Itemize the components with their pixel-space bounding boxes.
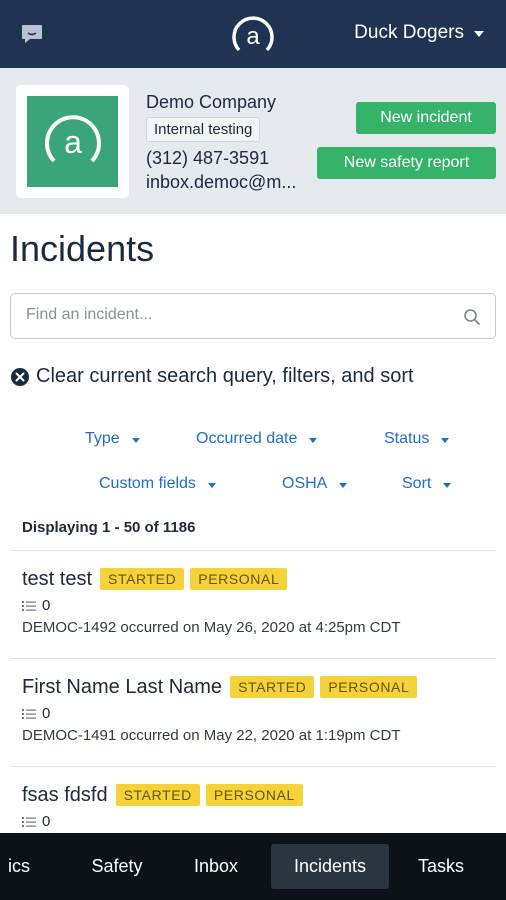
filter-status[interactable]: Status [384, 430, 450, 448]
clear-search-link[interactable]: Clear current search query, filters, and… [11, 365, 414, 388]
sort-dropdown[interactable]: Sort [402, 475, 452, 493]
incident-title[interactable]: test test [22, 568, 92, 591]
status-badge: STARTED [115, 784, 200, 806]
tab-label: Tasks [418, 856, 465, 876]
app-logo-letter: a [246, 23, 260, 50]
chevron-down-icon [474, 31, 484, 37]
clear-search-label: Clear current search query, filters, and… [36, 365, 414, 387]
status-badge: STARTED [230, 676, 315, 698]
company-logo-letter: a [64, 124, 82, 160]
incident-summary: DEMOC-1492 occurred on May 26, 2020 at 4… [22, 619, 401, 636]
company-email[interactable]: inbox.democ@m... [146, 172, 314, 193]
company-name: Demo Company [146, 92, 277, 112]
tab-label: Inbox [193, 856, 239, 876]
divider [10, 550, 496, 551]
top-bar: a Duck Dogers [0, 0, 506, 68]
new-incident-button[interactable]: New incident [356, 102, 496, 134]
company-phone[interactable]: (312) 487-3591 [146, 148, 269, 169]
chevron-down-icon [443, 482, 452, 488]
tab-incidents[interactable]: Incidents [271, 844, 389, 889]
filter-occurred-date[interactable]: Occurred date [196, 430, 318, 448]
user-name: Duck Dogers [354, 22, 464, 43]
chat-bubble-icon[interactable] [21, 24, 43, 44]
incident-item[interactable]: fsas fdsfd STARTED PERSONAL 0 [22, 782, 492, 830]
chevron-down-icon [207, 482, 216, 488]
company-tag: Internal testing [146, 117, 261, 142]
filter-custom-fields[interactable]: Custom fields [99, 475, 216, 493]
chevron-down-icon [131, 437, 140, 443]
tab-label: Safety [91, 856, 143, 876]
chevron-down-icon [441, 437, 450, 443]
incident-title[interactable]: First Name Last Name [22, 676, 222, 699]
tab-tasks[interactable]: Tasks [408, 833, 506, 900]
tab-label: Incidents [293, 856, 367, 876]
incident-item[interactable]: First Name Last Name STARTED PERSONAL 0 … [22, 674, 492, 744]
incident-summary: DEMOC-1491 occurred on May 22, 2020 at 1… [22, 727, 401, 744]
bottom-tab-bar: ics Safety Inbox Incidents Tasks [0, 833, 506, 900]
category-badge: PERSONAL [190, 568, 288, 590]
status-badge: STARTED [100, 568, 185, 590]
checklist-icon [22, 816, 36, 827]
tab-analytics[interactable]: ics [0, 833, 50, 900]
divider [10, 766, 496, 767]
checklist-icon [22, 600, 36, 611]
chevron-down-icon [339, 482, 348, 488]
company-card: a Demo Company Internal testing (312) 48… [0, 68, 506, 214]
checklist-icon [22, 708, 36, 719]
company-logo-icon: a [44, 114, 101, 162]
tab-inbox[interactable]: Inbox [180, 833, 252, 900]
category-badge: PERSONAL [205, 784, 303, 806]
tab-safety[interactable]: Safety [78, 833, 156, 900]
filter-type-label: Type [85, 430, 120, 447]
filter-osha-label: OSHA [282, 475, 328, 492]
search-icon[interactable] [463, 308, 481, 326]
incident-title[interactable]: fsas fdsfd [22, 784, 108, 807]
tab-label: ics [8, 856, 30, 876]
search-box[interactable] [10, 293, 496, 339]
new-safety-report-button[interactable]: New safety report [317, 147, 496, 179]
task-count: 0 [42, 597, 51, 614]
chevron-down-icon [309, 437, 318, 443]
filter-type[interactable]: Type [85, 430, 140, 448]
incident-item[interactable]: test test STARTED PERSONAL 0 DEMOC-1492 … [22, 566, 492, 636]
company-logo: a [27, 96, 118, 187]
results-count: Displaying 1 - 50 of 1186 [22, 519, 196, 536]
filter-status-label: Status [384, 430, 430, 447]
category-badge: PERSONAL [320, 676, 418, 698]
task-count: 0 [42, 813, 51, 830]
divider [10, 658, 496, 659]
task-count: 0 [42, 705, 51, 722]
filter-custom-fields-label: Custom fields [99, 475, 196, 492]
company-logo-frame: a [16, 85, 129, 198]
user-menu[interactable]: Duck Dogers [354, 22, 484, 44]
close-circle-icon [11, 367, 29, 386]
app-logo-icon[interactable]: a [230, 13, 276, 59]
filter-occurred-date-label: Occurred date [196, 430, 298, 447]
sort-label: Sort [402, 475, 432, 492]
page-title: Incidents [10, 228, 155, 269]
search-input[interactable] [26, 306, 446, 324]
filter-osha[interactable]: OSHA [282, 475, 348, 493]
